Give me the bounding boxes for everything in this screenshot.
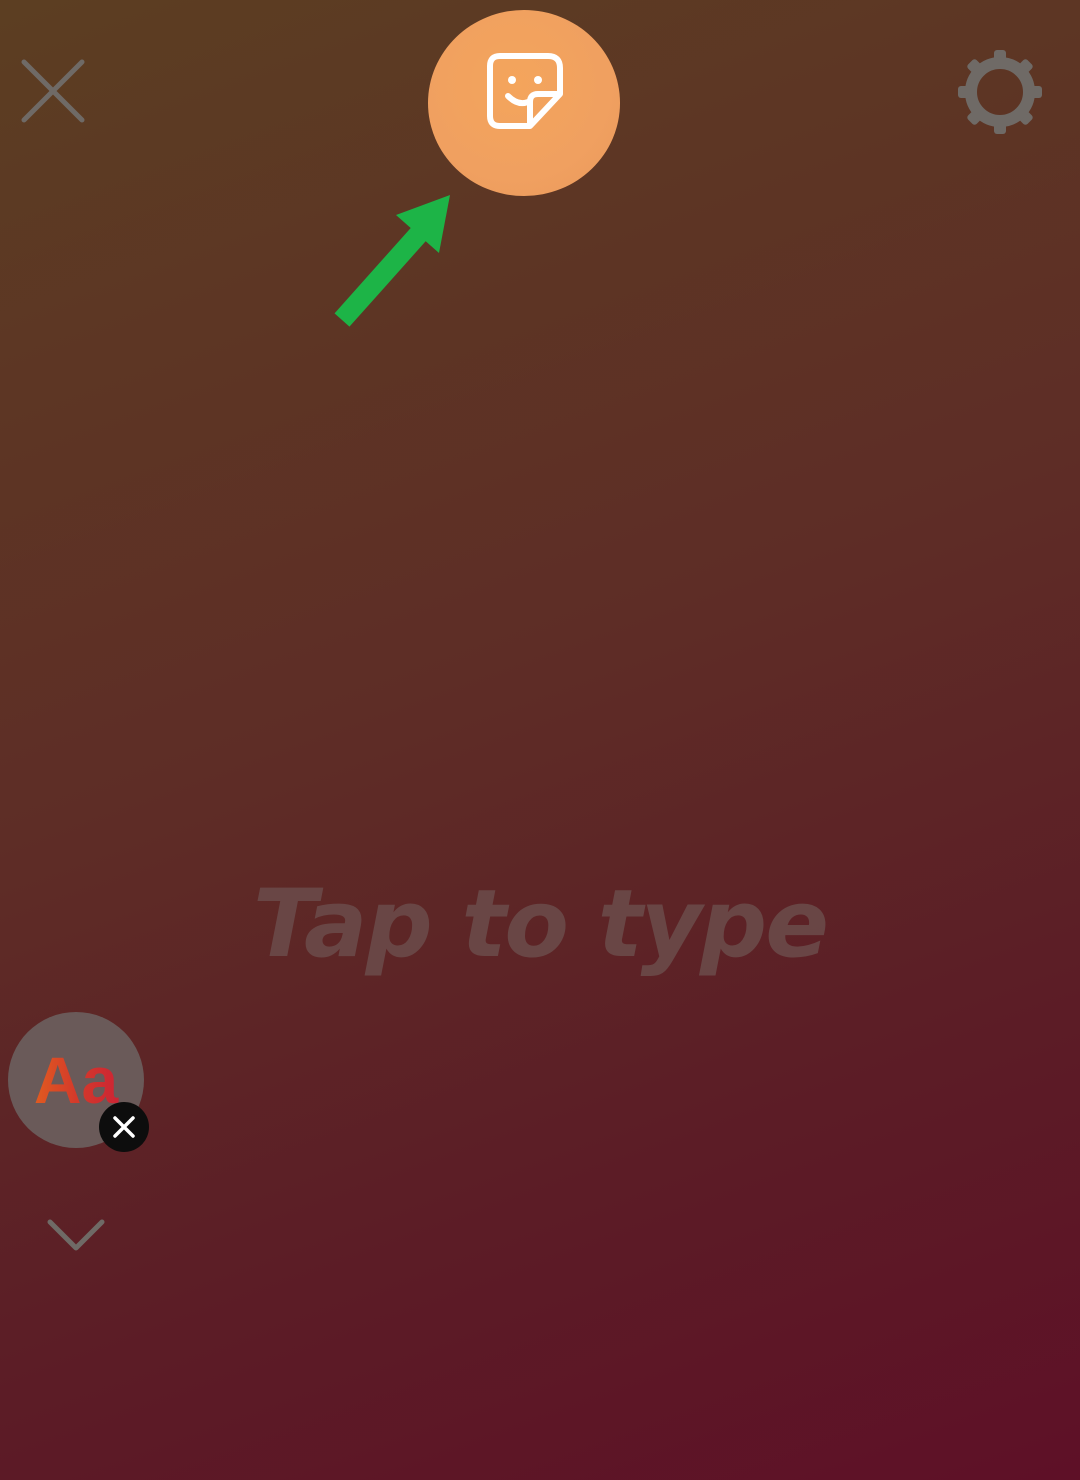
close-icon	[21, 59, 85, 123]
settings-button[interactable]	[956, 48, 1044, 136]
chevron-down-icon	[47, 1219, 105, 1251]
close-button[interactable]	[18, 56, 88, 126]
story-text-editor[interactable]: Tap to type Aa	[0, 0, 1080, 1480]
collapse-button[interactable]	[44, 1212, 108, 1258]
remove-font-button[interactable]	[99, 1102, 149, 1152]
sticker-button[interactable]	[428, 10, 620, 196]
close-icon	[113, 1116, 135, 1138]
pointer-arrow-icon	[334, 195, 450, 327]
sticker-icon	[487, 53, 563, 129]
text-placeholder[interactable]: Tap to type	[0, 870, 1080, 979]
gear-icon	[958, 50, 1042, 134]
